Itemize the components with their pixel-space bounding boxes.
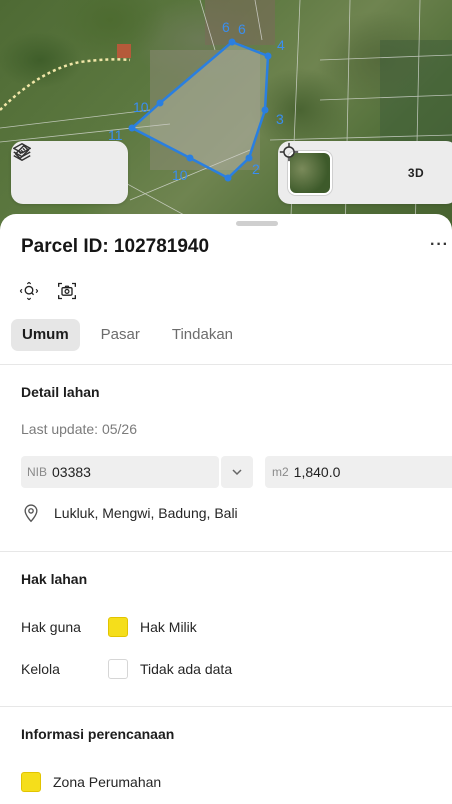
parcel-detail-sheet: Parcel ID: 102781940 ··· Umum Pasar Tind… (0, 214, 452, 804)
planning-zone-row: Zona Perumahan (21, 772, 161, 792)
map-tools-right: 3D (278, 141, 452, 204)
crosshair-icon (279, 142, 299, 162)
satellite-map[interactable]: 6 6 4 3 2 10 11 10 3D (0, 0, 452, 240)
rights-row-value: Hak Milik (140, 619, 197, 635)
edge-label: 6 (222, 19, 230, 35)
edge-label: 2 (252, 161, 260, 177)
camera-capture-icon (58, 282, 76, 300)
color-swatch (108, 617, 128, 637)
tab-umum[interactable]: Umum (11, 319, 80, 351)
area-value: 1,840.0 (293, 464, 341, 480)
screenshot-button[interactable] (56, 280, 78, 302)
chevron-down-icon (232, 469, 242, 476)
location-row: Lukluk, Mengwi, Badung, Bali (21, 503, 238, 523)
ruler-draw-icon (14, 144, 30, 160)
nib-field[interactable]: NIB 03383 (21, 456, 219, 488)
edge-label: 6 (238, 21, 246, 37)
zoom-to-parcel-button[interactable] (18, 280, 40, 302)
zone-label: Zona Perumahan (53, 774, 162, 790)
dotted-road (0, 58, 131, 111)
roof-marker (117, 44, 131, 58)
color-swatch (108, 659, 128, 679)
more-options-button[interactable]: ··· (430, 236, 449, 254)
view-3d-button[interactable]: 3D (396, 153, 436, 193)
map-overlay: 6 6 4 3 2 10 11 10 (0, 0, 452, 240)
edge-label: 10 (172, 167, 188, 183)
section-title-planning: Informasi perencanaan (21, 726, 175, 742)
tab-tindakan[interactable]: Tindakan (161, 319, 244, 351)
parcel-quick-tools (18, 280, 78, 302)
zone-color-swatch (21, 772, 41, 792)
location-pin-icon (24, 504, 38, 523)
divider (0, 364, 452, 365)
sheet-drag-handle[interactable] (236, 221, 278, 226)
nib-value: 03383 (52, 464, 91, 480)
nib-dropdown-button[interactable] (221, 456, 253, 488)
detail-tabs: Umum Pasar Tindakan (11, 319, 254, 351)
area-field[interactable]: m2 1,840.0 (265, 456, 452, 488)
nib-label: NIB (27, 465, 48, 479)
draw-tool-button[interactable] (14, 144, 115, 193)
rights-row-label: Kelola (21, 661, 60, 677)
map-tools-left (11, 141, 128, 204)
edge-label: 10 (133, 99, 149, 115)
rights-row-value: Tidak ada data (140, 661, 233, 677)
divider (0, 551, 452, 552)
rights-row-kelola: Kelola Tidak ada data (21, 659, 232, 679)
edge-label: 4 (277, 37, 285, 53)
tab-pasar[interactable]: Pasar (90, 319, 151, 351)
area-unit-label: m2 (272, 465, 289, 479)
rights-row-hak-guna: Hak guna Hak Milik (21, 617, 197, 637)
section-title-rights: Hak lahan (21, 571, 88, 587)
locate-button[interactable] (279, 142, 382, 193)
location-text: Lukluk, Mengwi, Badung, Bali (54, 505, 238, 521)
edge-label: 3 (276, 111, 284, 127)
last-update-text: Last update: 05/26 (21, 421, 137, 437)
section-title-detail: Detail lahan (21, 384, 100, 400)
zoom-to-parcel-icon (19, 281, 39, 301)
divider (0, 706, 452, 707)
parcel-title: Parcel ID: 102781940 (21, 236, 210, 257)
rights-row-label: Hak guna (21, 619, 81, 635)
